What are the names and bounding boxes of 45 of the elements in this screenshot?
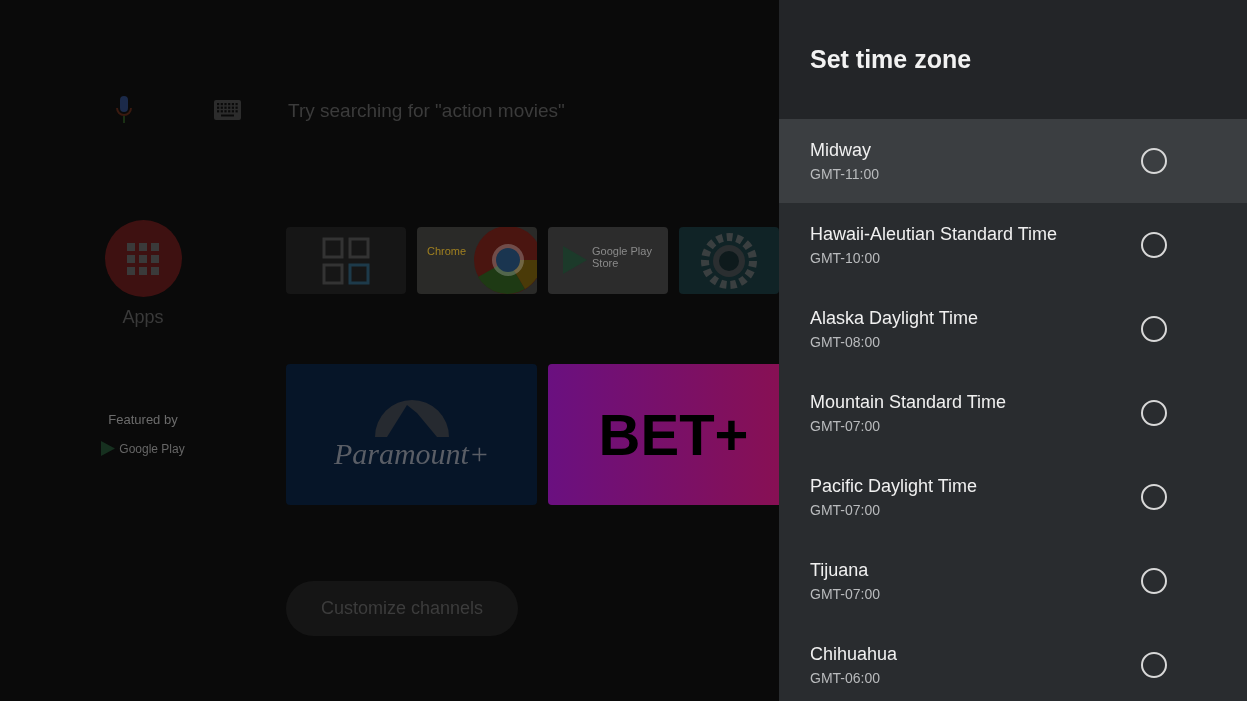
gear-icon: [701, 232, 757, 289]
time-zone-item[interactable]: Hawaii-Aleutian Standard Time GMT-10:00: [779, 203, 1247, 287]
app-tile[interactable]: Chrome: [417, 227, 537, 294]
app-tile[interactable]: [679, 227, 779, 294]
time-zone-name: Alaska Daylight Time: [810, 308, 979, 329]
app-logo-text: BET+: [598, 401, 749, 468]
radio-button[interactable]: [1141, 652, 1167, 678]
radio-button[interactable]: [1141, 484, 1167, 510]
app-logo-text: Paramount+: [333, 436, 490, 471]
panel-title: Set time zone: [810, 45, 972, 74]
grid-icon: [127, 242, 159, 275]
time-zone-item[interactable]: Tijuana GMT-07:00: [779, 539, 1247, 623]
gmt-offset: GMT-10:00: [810, 250, 882, 266]
time-zone-name: Chihuahua: [810, 644, 898, 665]
time-zone-item[interactable]: Pacific Daylight Time GMT-07:00: [779, 455, 1247, 539]
app-name: Google Play Store: [592, 245, 653, 270]
time-zone-name: Midway: [810, 140, 872, 161]
play-triangle-icon: [101, 441, 116, 456]
app-name: Chrome: [427, 245, 468, 258]
gmt-offset: GMT-07:00: [810, 502, 882, 518]
app-tile[interactable]: Google Play Store: [548, 227, 668, 294]
grid-icon: [322, 236, 370, 285]
time-zone-item[interactable]: Alaska Daylight Time GMT-08:00: [779, 287, 1247, 371]
app-tile[interactable]: [286, 227, 406, 294]
time-zone-name: Mountain Standard Time: [810, 392, 1007, 413]
radio-button[interactable]: [1141, 568, 1167, 594]
chrome-logo-icon: [473, 227, 537, 294]
gmt-offset: GMT-07:00: [810, 418, 882, 434]
time-zone-item[interactable]: Chihuahua GMT-06:00: [779, 623, 1247, 701]
time-zone-name: Hawaii-Aleutian Standard Time: [810, 224, 1058, 245]
gmt-offset: GMT-08:00: [810, 334, 882, 350]
time-zone-item[interactable]: Midway GMT-11:00: [779, 119, 1247, 203]
radio-button[interactable]: [1141, 400, 1167, 426]
radio-button[interactable]: [1141, 316, 1167, 342]
mountain-icon: [372, 398, 451, 437]
time-zone-name: Tijuana: [810, 560, 870, 581]
radio-button[interactable]: [1141, 148, 1167, 174]
gmt-offset: GMT-07:00: [810, 586, 881, 602]
store-name: Google Play: [119, 441, 185, 456]
gmt-offset: GMT-06:00: [810, 670, 882, 686]
featured-by-label: Featured by: [108, 412, 178, 427]
time-zone-item[interactable]: Mountain Standard Time GMT-07:00: [779, 371, 1247, 455]
time-zone-name: Pacific Daylight Time: [810, 476, 978, 497]
gmt-offset: GMT-11:00: [810, 166, 879, 182]
radio-button[interactable]: [1141, 232, 1167, 258]
